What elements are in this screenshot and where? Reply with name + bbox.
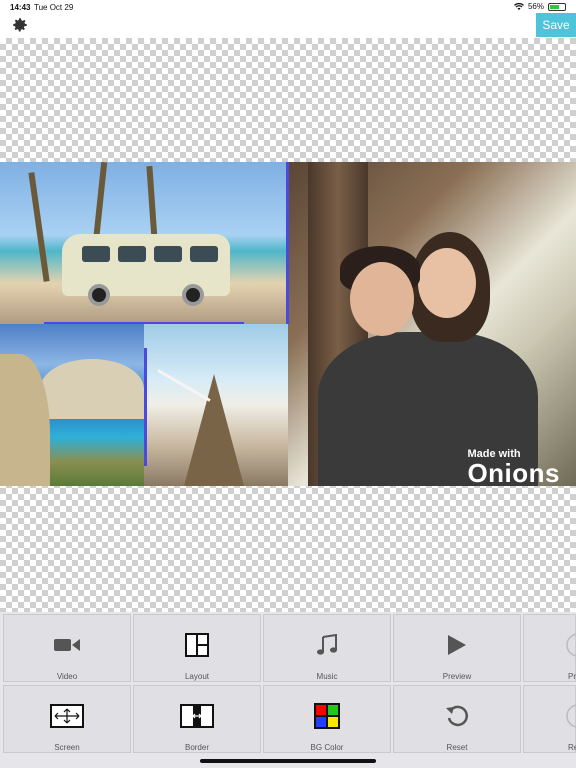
- tool-label: Video: [56, 672, 78, 681]
- photo-collage[interactable]: Made with Onions: [0, 162, 576, 486]
- layout-grid-icon: [185, 631, 209, 658]
- tool-label: Layout: [184, 672, 210, 681]
- circle-icon: [566, 702, 576, 729]
- tool-label: Border: [184, 743, 209, 752]
- tool-label: Reset: [446, 743, 468, 752]
- battery-percent: 56%: [527, 2, 544, 11]
- reset-arrow-icon: [444, 702, 470, 729]
- selection-border: [286, 162, 289, 324]
- partial-tool-button[interactable]: Re: [523, 685, 576, 753]
- status-time: 14:43: [10, 3, 31, 12]
- border-resize-icon: [180, 702, 214, 729]
- screen-tool-button[interactable]: Screen: [3, 685, 131, 753]
- status-bar: 14:43 Tue Oct 29 56%: [0, 0, 576, 14]
- van-shape: [62, 234, 230, 306]
- tool-label: BG Color: [310, 743, 344, 752]
- music-tool-button[interactable]: Music: [263, 614, 391, 682]
- pier-photo[interactable]: [144, 324, 288, 486]
- color-grid-icon: [314, 702, 340, 729]
- watermark-line2: Onions: [467, 458, 560, 486]
- selection-border: [44, 322, 244, 324]
- wifi-icon: [513, 2, 524, 10]
- bottom-toolbar: Video Layout Music Preview Pr Screen Bor…: [0, 612, 576, 768]
- music-note-icon: [316, 631, 338, 658]
- preview-tool-button[interactable]: Preview: [393, 614, 521, 682]
- tool-label: Re: [568, 743, 576, 752]
- partial-tool-button[interactable]: Pr: [523, 614, 576, 682]
- selection-border: [144, 348, 147, 466]
- tool-label: Pr: [568, 672, 576, 681]
- bg-color-tool-button[interactable]: BG Color: [263, 685, 391, 753]
- couple-photo[interactable]: Made with Onions: [288, 162, 576, 486]
- tool-label: Music: [316, 672, 338, 681]
- border-tool-button[interactable]: Border: [133, 685, 261, 753]
- reset-tool-button[interactable]: Reset: [393, 685, 521, 753]
- home-indicator: [200, 759, 376, 763]
- play-icon: [448, 631, 466, 658]
- tool-label: Preview: [442, 672, 472, 681]
- tool-label: Screen: [54, 743, 80, 752]
- gear-icon[interactable]: [11, 16, 29, 34]
- video-tool-button[interactable]: Video: [3, 614, 131, 682]
- video-camera-icon: [54, 631, 80, 658]
- circle-icon: [566, 631, 576, 658]
- screen-expand-icon: [50, 702, 84, 729]
- made-with-onions-watermark: Made with Onions: [467, 449, 560, 487]
- status-right: 56%: [513, 2, 566, 11]
- save-button[interactable]: Save: [536, 13, 576, 37]
- cliff-beach-photo[interactable]: [0, 324, 144, 486]
- status-date: Tue Oct 29: [34, 3, 74, 12]
- beach-van-photo[interactable]: [0, 162, 288, 324]
- battery-icon: [548, 2, 566, 11]
- layout-tool-button[interactable]: Layout: [133, 614, 261, 682]
